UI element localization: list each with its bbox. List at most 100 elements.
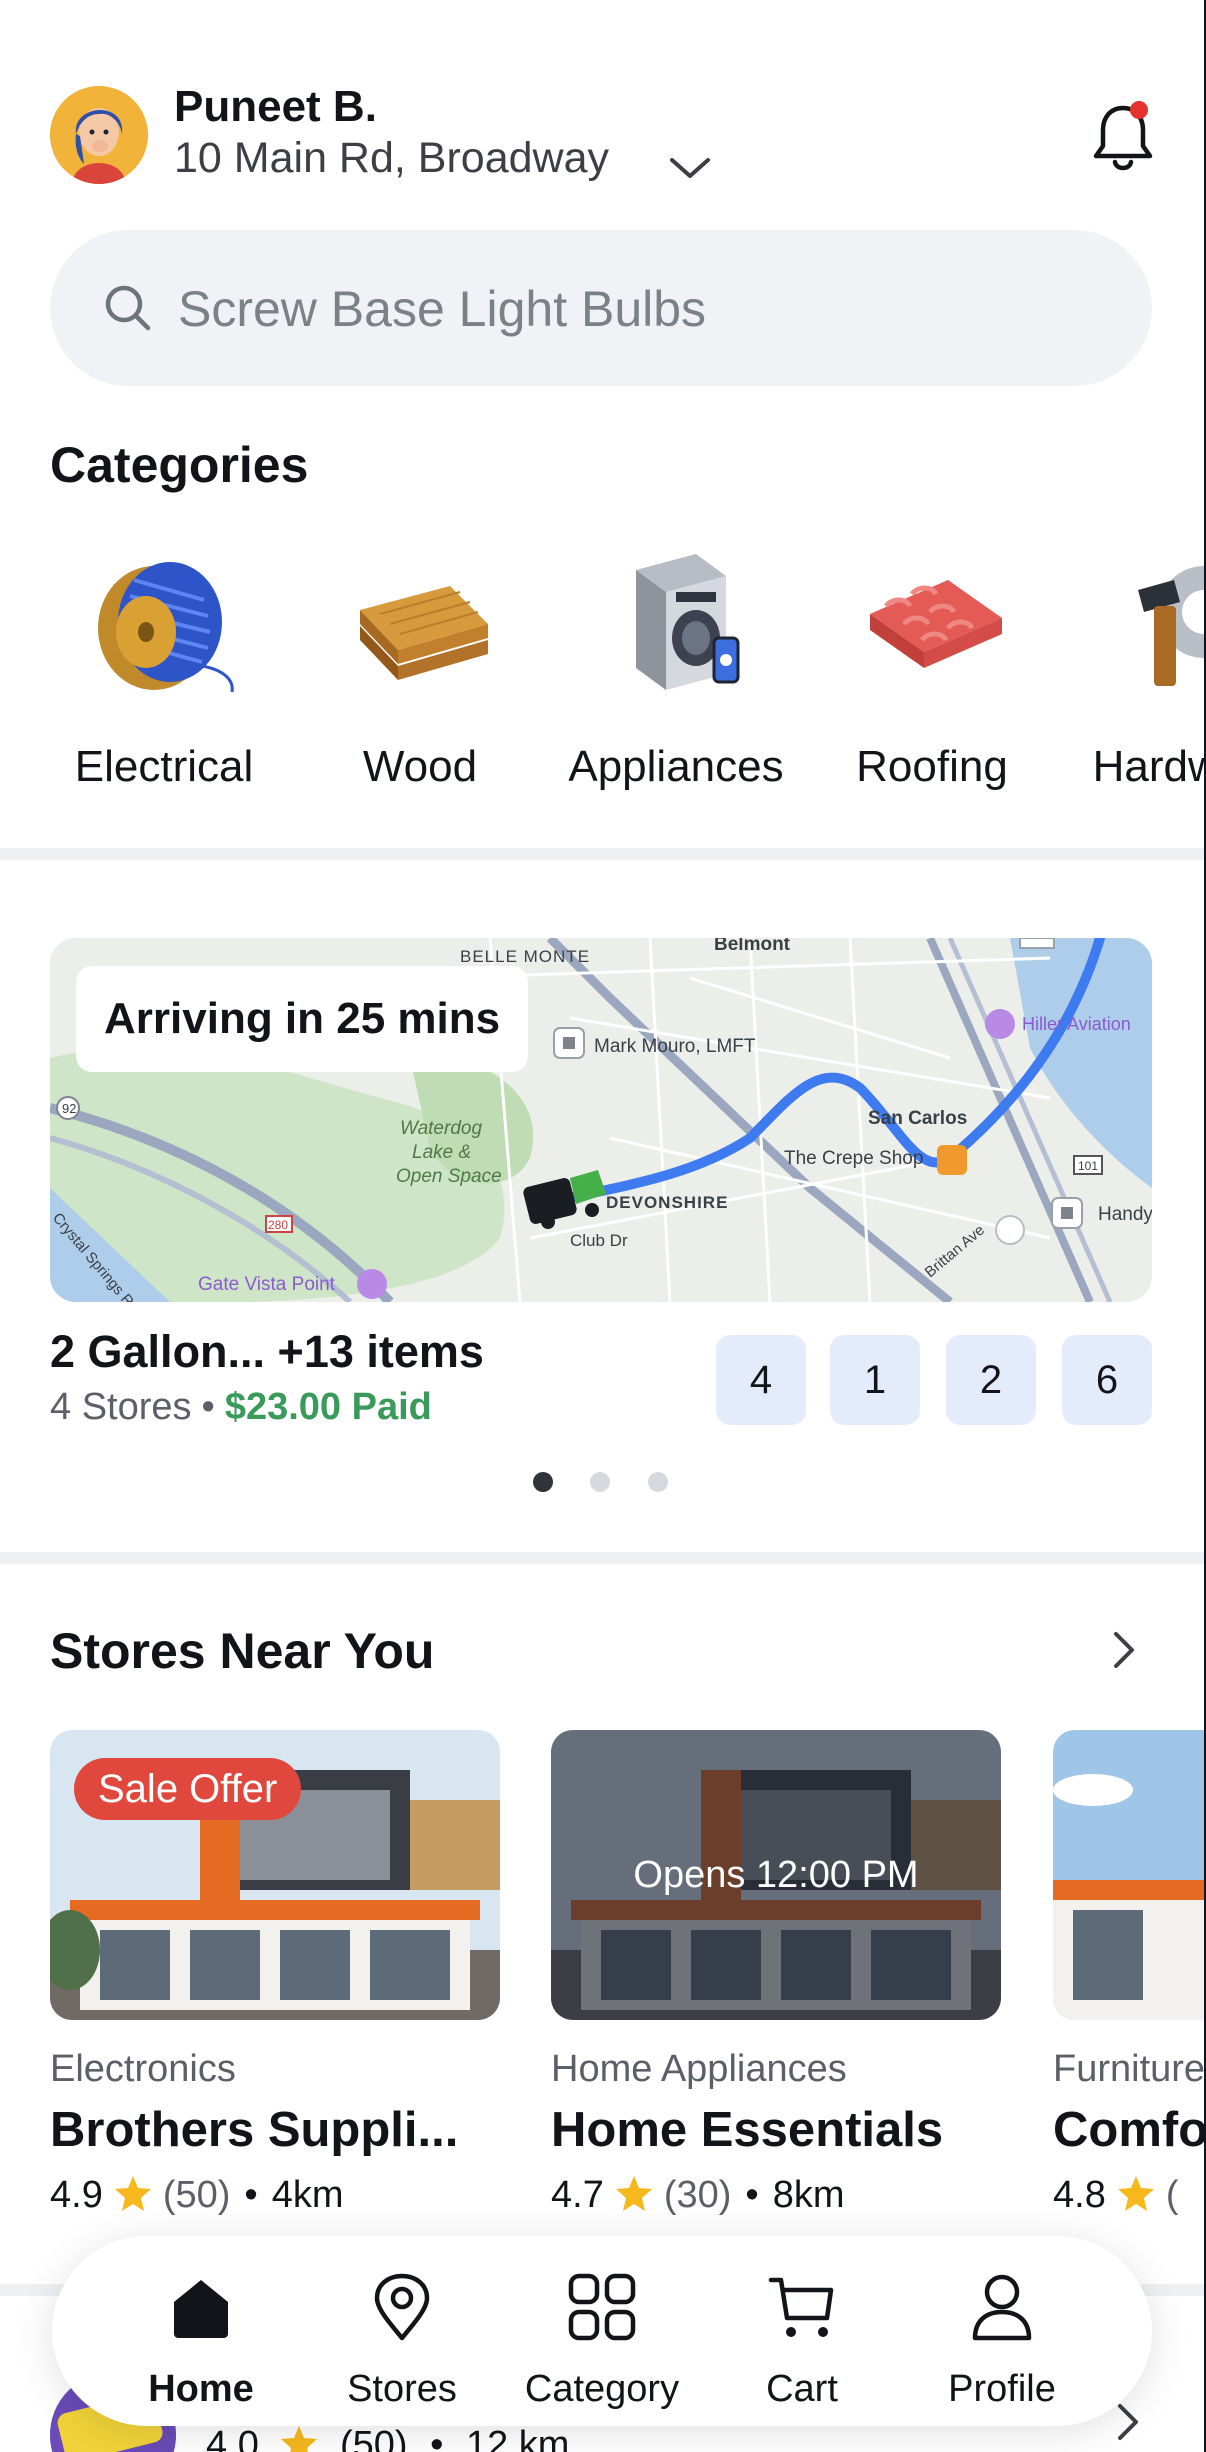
store-reviews: (50) bbox=[162, 2174, 231, 2216]
store-distance: 12 km bbox=[465, 2424, 570, 2452]
washing-machine-icon bbox=[636, 554, 740, 690]
opens-at-overlay: Opens 12:00 PM bbox=[551, 1730, 1001, 2020]
store-rating: 4.8 bbox=[1053, 2174, 1106, 2216]
svg-text:San Carlos: San Carlos bbox=[868, 1108, 967, 1129]
category-roofing[interactable]: Roofing bbox=[812, 520, 1052, 810]
store-rating-row: 4.8 ( bbox=[1053, 2174, 1178, 2217]
chevron-right-icon[interactable] bbox=[1110, 2400, 1146, 2444]
map-pin-icon bbox=[374, 2273, 430, 2341]
svg-text:92: 92 bbox=[62, 1101, 76, 1116]
section-divider bbox=[0, 1552, 1206, 1564]
store-distance: 4km bbox=[271, 2174, 344, 2216]
category-label: Electrical bbox=[74, 742, 254, 791]
store-item-count[interactable]: 2 bbox=[946, 1335, 1036, 1425]
cable-reel-icon bbox=[98, 562, 234, 693]
store-name: Comfort bbox=[1053, 2103, 1206, 2157]
nav-label: Category bbox=[524, 2368, 680, 2410]
store-category: Electronics bbox=[50, 2048, 236, 2090]
nav-label: Cart bbox=[766, 2368, 838, 2410]
pager-dot[interactable] bbox=[648, 1472, 668, 1492]
storefront-illustration bbox=[1053, 1730, 1206, 2020]
svg-text:The Crepe Shop: The Crepe Shop bbox=[784, 1148, 923, 1169]
store-card[interactable]: Opens 12:00 PM Home Appliances Home Esse… bbox=[551, 1730, 1001, 2230]
separator-dot: • bbox=[244, 2174, 258, 2216]
avatar[interactable] bbox=[50, 86, 148, 184]
store-rating: 4.0 bbox=[206, 2424, 259, 2452]
nav-label: Stores bbox=[347, 2368, 457, 2410]
home-icon bbox=[174, 2280, 228, 2338]
categories-carousel[interactable]: Electrical Wood Appliances Roofing Hardw bbox=[0, 520, 1206, 810]
category-label: Roofing bbox=[856, 742, 1008, 791]
svg-text:DEVONSHIRE: DEVONSHIRE bbox=[606, 1193, 728, 1212]
cart-icon bbox=[768, 2277, 834, 2337]
store-rating-row: 4.7 (30) • 8km bbox=[551, 2174, 845, 2217]
store-name: Home Essentials bbox=[551, 2103, 944, 2157]
store-image bbox=[1053, 1730, 1206, 2020]
nav-category[interactable]: Category bbox=[502, 2236, 702, 2426]
order-title[interactable]: 2 Gallon... +13 items bbox=[50, 1326, 484, 1378]
bottom-nav: Home Stores Category Cart Profile bbox=[52, 2236, 1152, 2426]
star-icon bbox=[114, 2176, 151, 2211]
star-icon bbox=[615, 2176, 652, 2211]
notification-bell-icon[interactable] bbox=[1090, 100, 1156, 176]
category-label: Hardware bbox=[1092, 742, 1206, 791]
svg-text:Belmont: Belmont bbox=[714, 938, 791, 955]
separator-dot: • bbox=[745, 2174, 759, 2216]
pager-dot-active[interactable] bbox=[533, 1472, 553, 1492]
category-label: Appliances bbox=[568, 742, 784, 791]
svg-text:Club Dr: Club Dr bbox=[570, 1231, 628, 1250]
store-item-count[interactable]: 1 bbox=[830, 1335, 920, 1425]
avatar-illustration bbox=[50, 86, 148, 184]
category-electrical[interactable]: Electrical bbox=[44, 520, 284, 810]
user-icon bbox=[972, 2274, 1032, 2341]
svg-text:Gate Vista Point: Gate Vista Point bbox=[198, 1274, 336, 1295]
roof-tiles-icon bbox=[870, 580, 1002, 668]
search-bar[interactable] bbox=[50, 230, 1152, 386]
svg-text:Hiller Aviation: Hiller Aviation bbox=[1022, 1014, 1131, 1034]
header: Puneet B. 10 Main Rd, Broadway bbox=[50, 82, 1156, 186]
pager-dot[interactable] bbox=[590, 1472, 610, 1492]
order-store-count: 4 Stores bbox=[50, 1386, 192, 1428]
category-label: Wood bbox=[362, 742, 478, 791]
delivery-address[interactable]: 10 Main Rd, Broadway bbox=[174, 134, 609, 183]
store-item-count[interactable]: 4 bbox=[716, 1335, 806, 1425]
sale-offer-badge: Sale Offer bbox=[74, 1758, 302, 1820]
store-rating: 4.7 bbox=[551, 2174, 604, 2216]
store-rating-row: 4.9 (50) • 4km bbox=[50, 2174, 344, 2217]
categories-title: Categories bbox=[50, 437, 309, 493]
store-reviews: (50) bbox=[339, 2424, 408, 2452]
store-category: Home Appliances bbox=[551, 2048, 847, 2090]
stores-carousel[interactable]: Sale Offer Electronics Brothers Suppli..… bbox=[0, 1730, 1206, 2230]
nav-cart[interactable]: Cart bbox=[702, 2236, 902, 2426]
separator-dot: • bbox=[430, 2424, 444, 2452]
search-input[interactable] bbox=[178, 274, 1078, 344]
wood-planks-icon bbox=[360, 586, 488, 680]
svg-text:280: 280 bbox=[268, 1218, 288, 1232]
star-icon bbox=[281, 2426, 318, 2452]
category-hardware[interactable]: Hardware bbox=[1068, 520, 1206, 810]
order-paid-amount: $23.00 Paid bbox=[224, 1386, 432, 1428]
svg-text:BELLE MONTE: BELLE MONTE bbox=[460, 947, 590, 966]
nav-label: Profile bbox=[948, 2368, 1056, 2410]
svg-text:Mark Mouro, LMFT: Mark Mouro, LMFT bbox=[594, 1036, 756, 1057]
store-image: Sale Offer bbox=[50, 1730, 500, 2020]
category-wood[interactable]: Wood bbox=[300, 520, 540, 810]
notification-dot bbox=[1130, 101, 1148, 119]
separator-dot: • bbox=[201, 1386, 215, 1428]
store-card[interactable]: Furniture Comfort 4.8 ( bbox=[1053, 1730, 1206, 2230]
store-reviews: ( bbox=[1165, 2174, 1179, 2216]
category-appliances[interactable]: Appliances bbox=[556, 520, 796, 810]
nav-stores[interactable]: Stores bbox=[302, 2236, 502, 2426]
star-icon bbox=[1117, 2176, 1154, 2211]
nav-profile[interactable]: Profile bbox=[902, 2236, 1102, 2426]
store-item-count[interactable]: 6 bbox=[1062, 1335, 1152, 1425]
store-distance: 8km bbox=[772, 2174, 845, 2216]
chevron-right-icon[interactable] bbox=[1106, 1628, 1142, 1672]
chevron-down-icon[interactable] bbox=[668, 154, 712, 182]
nav-home[interactable]: Home bbox=[101, 2236, 301, 2426]
delivery-map[interactable]: BELLE MONTE Belmont Mark Mouro, LMFT Hil… bbox=[50, 938, 1152, 1302]
store-card[interactable]: Sale Offer Electronics Brothers Suppli..… bbox=[50, 1730, 500, 2230]
store-name: Brothers Suppli... bbox=[50, 2103, 459, 2157]
nav-label: Home bbox=[148, 2368, 254, 2410]
section-divider bbox=[0, 848, 1206, 860]
